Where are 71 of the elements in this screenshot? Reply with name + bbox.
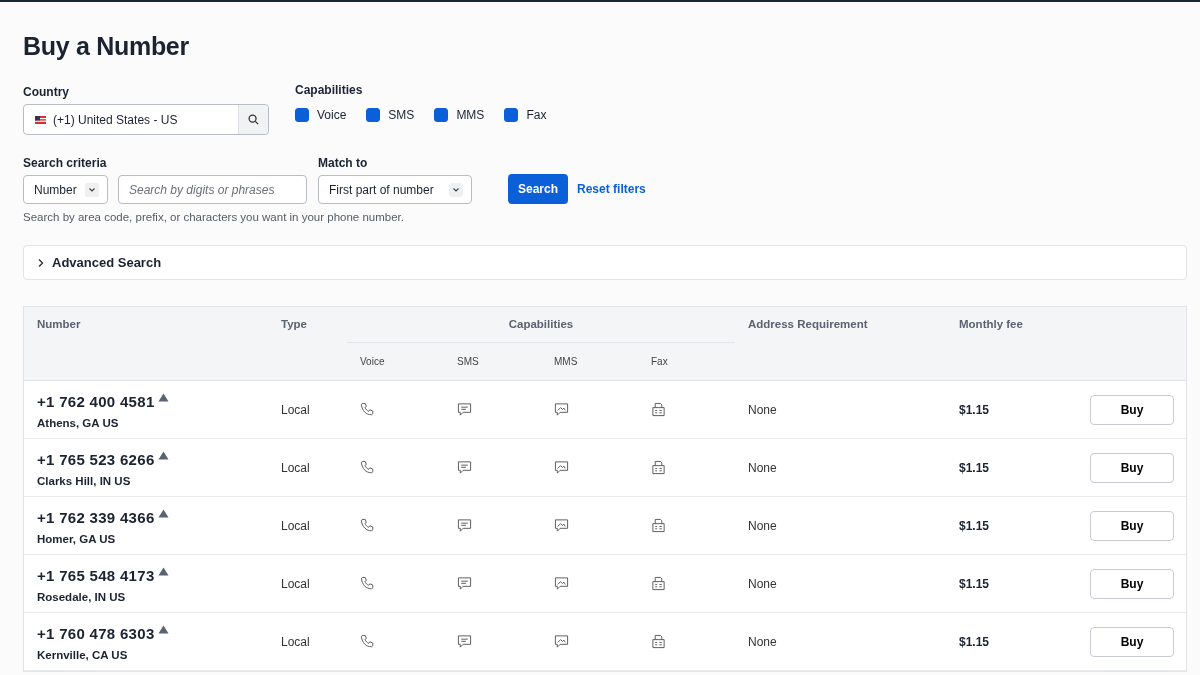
field-label: Country — [23, 85, 70, 99]
price-text: $1.15 — [958, 518, 991, 533]
table-cell-text: None — [747, 634, 778, 649]
table-cell-text: None — [747, 402, 778, 417]
criteria-dropdown[interactable]: Number — [23, 175, 108, 204]
location-text: Clarks Hill, IN US — [37, 474, 132, 487]
column-header: Monthly fee — [958, 317, 1024, 332]
phone-number: +1 760 478 6303 — [37, 624, 155, 642]
checkbox-label: Voice — [317, 108, 347, 122]
column-header: Type — [281, 317, 308, 332]
table-cell-text: Local — [281, 576, 311, 591]
search-icon[interactable] — [248, 114, 259, 125]
table-cell-text: Local — [281, 402, 311, 417]
checkbox[interactable] — [434, 108, 449, 122]
field-label: Capabilities — [295, 83, 364, 97]
buy-button[interactable]: Buy — [1090, 510, 1174, 541]
flag-icon — [35, 115, 46, 124]
chevron-icon — [85, 182, 99, 197]
search-field[interactable]: Search by digits or phrases — [118, 175, 307, 204]
phone-number: +1 765 523 6266 — [37, 450, 155, 468]
page-title: Buy a Number — [23, 32, 190, 62]
location-text: Homer, GA US — [37, 532, 117, 545]
buy-button[interactable]: Buy — [1090, 452, 1174, 483]
table-cell-text: Local — [281, 460, 311, 475]
buy-button[interactable]: Buy — [1090, 626, 1174, 657]
reset-filters-link[interactable]: Reset filters — [577, 174, 646, 204]
panel-title: Advanced Search — [52, 255, 162, 270]
field-label: Search criteria — [23, 156, 108, 170]
search-button[interactable]: Search — [508, 174, 569, 204]
column-header: Number — [37, 317, 82, 332]
price-text: $1.15 — [958, 634, 991, 649]
column-subheader: Fax — [650, 355, 669, 369]
field-label: Match to — [318, 156, 369, 170]
country-field[interactable]: (+1) United States - US — [23, 104, 269, 135]
triangle-icon — [157, 566, 169, 576]
column-subheader: MMS — [553, 355, 579, 369]
help-text: Search by area code, prefix, or characters you want in your phone number. — [23, 211, 405, 223]
location-text: Rosedale, IN US — [37, 590, 127, 603]
location-text: Athens, GA US — [37, 416, 120, 429]
checkbox[interactable] — [366, 108, 381, 122]
price-text: $1.15 — [958, 576, 991, 591]
column-header: Address Requirement — [747, 317, 869, 332]
checkbox-label: SMS — [388, 108, 415, 122]
chevron-icon — [37, 257, 45, 268]
price-text: $1.15 — [958, 402, 991, 417]
triangle-icon — [157, 508, 169, 518]
column-subheader: SMS — [456, 355, 480, 369]
triangle-icon — [157, 392, 169, 402]
checkbox[interactable] — [295, 108, 309, 122]
chevron-icon — [449, 182, 463, 197]
checkbox[interactable] — [504, 108, 519, 122]
advanced-search-panel[interactable]: Advanced Search — [23, 245, 1187, 280]
location-text: Kernville, CA US — [37, 648, 129, 661]
table-cell-text: None — [747, 518, 778, 533]
phone-number: +1 765 548 4173 — [37, 566, 155, 584]
buy-button[interactable]: Buy — [1090, 394, 1174, 425]
phone-number: +1 762 400 4581 — [37, 392, 155, 410]
price-text: $1.15 — [958, 460, 991, 475]
column-subheader: Voice — [359, 355, 386, 369]
column-header: Capabilities — [347, 307, 735, 343]
checkbox-label: MMS — [456, 108, 485, 122]
table-cell-text: None — [747, 576, 778, 591]
table-cell-text: Local — [281, 518, 311, 533]
triangle-icon — [157, 624, 169, 634]
checkbox-label: Fax — [526, 108, 547, 122]
table-cell-text: Local — [281, 634, 311, 649]
table-cell-text: None — [747, 460, 778, 475]
buy-button[interactable]: Buy — [1090, 568, 1174, 599]
match-dropdown[interactable]: First part of number — [318, 175, 472, 204]
triangle-icon — [157, 450, 169, 460]
phone-number: +1 762 339 4366 — [37, 508, 155, 526]
